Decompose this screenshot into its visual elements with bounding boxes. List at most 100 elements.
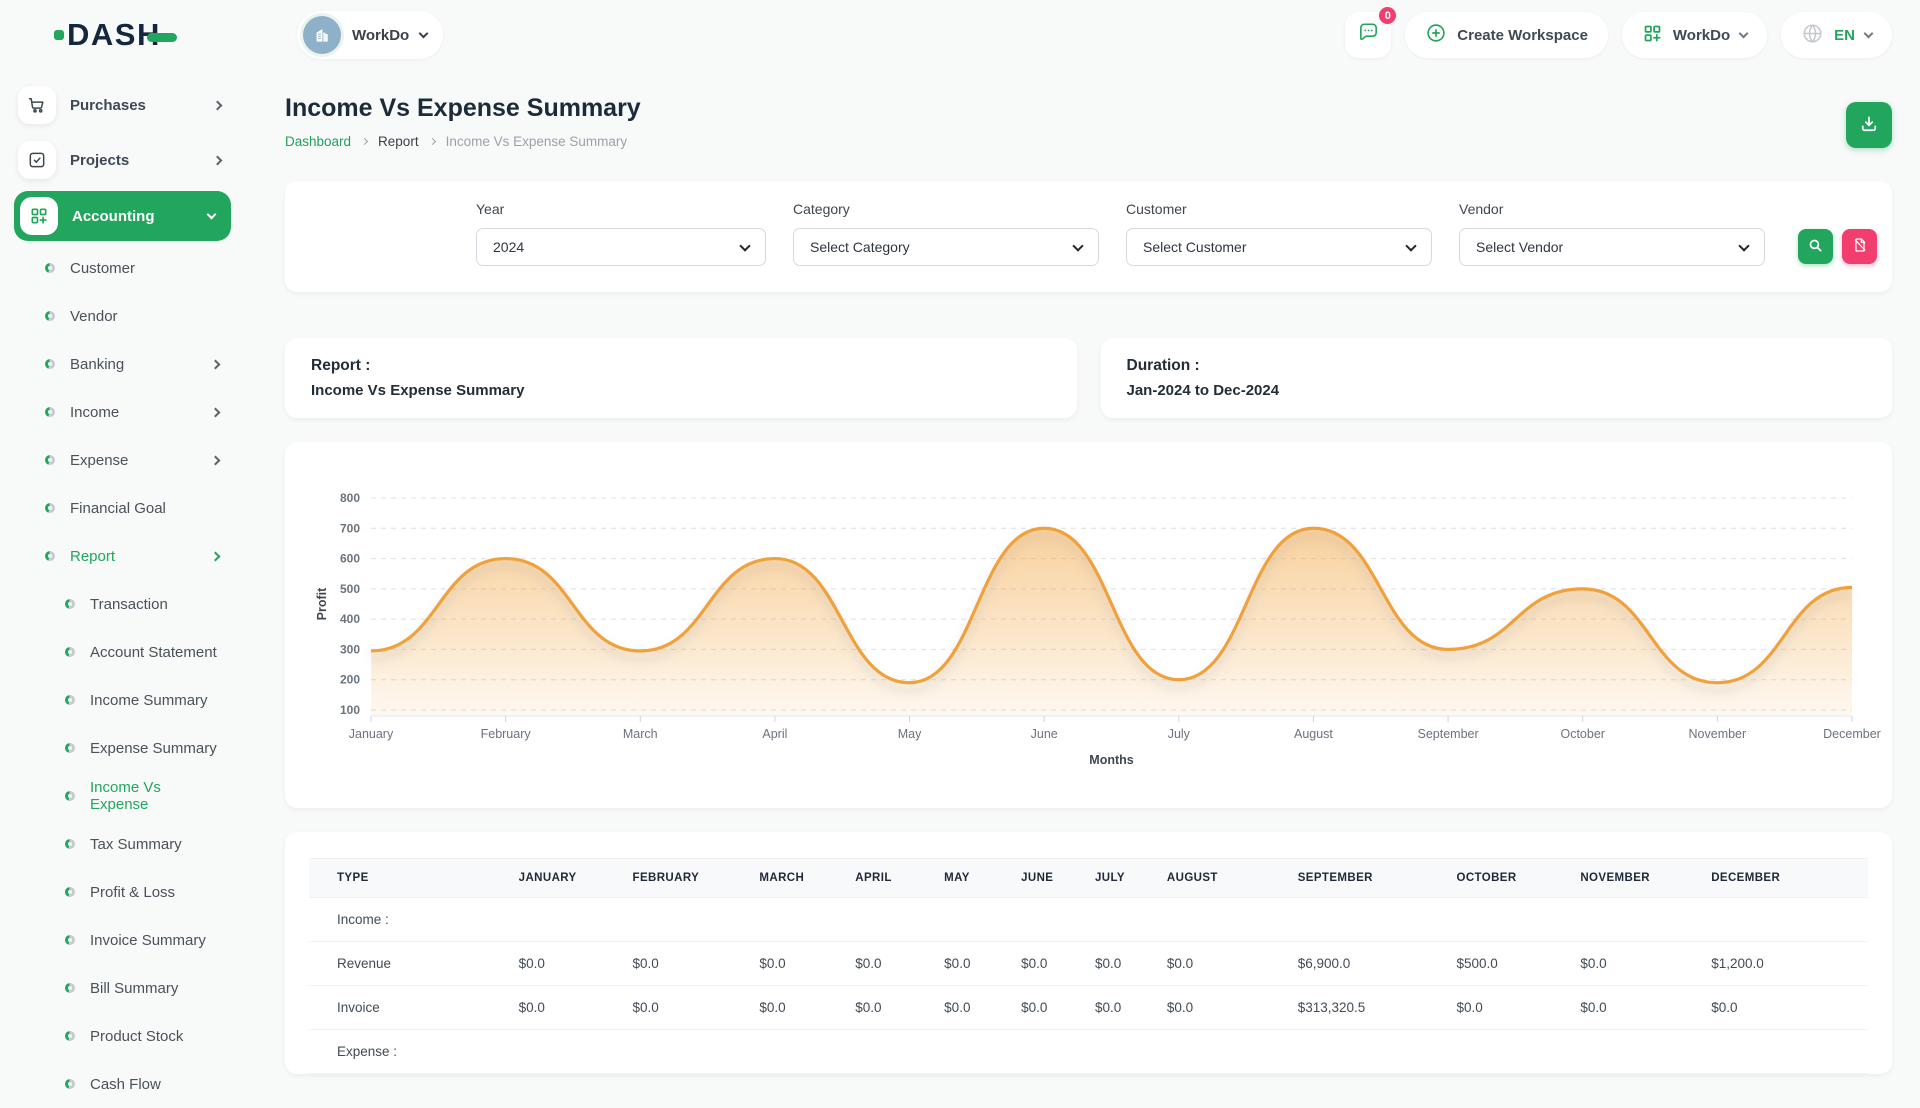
cell-value bbox=[623, 1030, 750, 1074]
sidebar-item-accounting-active[interactable]: Accounting bbox=[14, 191, 231, 241]
filter-field-customer: Customer Select Customer bbox=[1126, 201, 1432, 266]
breadcrumb-separator-icon bbox=[429, 138, 436, 145]
cell-value bbox=[1570, 1030, 1701, 1074]
sidebar-item-label: Profit & Loss bbox=[90, 884, 175, 901]
sidebar-item-label: Cash Flow bbox=[90, 1076, 161, 1093]
sidebar-item-income-summary[interactable]: Income Summary bbox=[14, 676, 231, 724]
sidebar-item-vendor[interactable]: Vendor bbox=[14, 292, 231, 340]
sidebar-item-report[interactable]: Report bbox=[14, 532, 231, 580]
topbar: WorkDo 0 Create Workspace bbox=[285, 0, 1892, 70]
sidebar-item-label: Expense bbox=[70, 452, 128, 469]
grid-plus-icon bbox=[20, 197, 58, 235]
cell-value: $0.0 bbox=[509, 942, 623, 986]
bullet-icon bbox=[45, 551, 55, 561]
chevron-right-icon bbox=[211, 551, 221, 561]
x-axis-tick-label: June bbox=[1031, 727, 1058, 741]
app-root: DASH PurchasesProjectsAccountingCustomer… bbox=[0, 0, 1920, 1080]
search-button[interactable] bbox=[1798, 229, 1833, 264]
sidebar-item-label: Product Stock bbox=[90, 1028, 183, 1045]
workspace-switcher[interactable]: WorkDo bbox=[297, 11, 443, 59]
chevron-down-icon bbox=[207, 210, 217, 220]
cell-value: $0.0 bbox=[509, 986, 623, 1030]
y-axis-tick-label: 100 bbox=[340, 703, 360, 717]
sidebar-item-label: Financial Goal bbox=[70, 500, 166, 517]
sidebar-item-label: Projects bbox=[70, 152, 129, 169]
sidebar-item-bill-summary[interactable]: Bill Summary bbox=[14, 964, 231, 1012]
messages-button[interactable]: 0 bbox=[1345, 12, 1391, 58]
bullet-icon bbox=[45, 407, 55, 417]
customer-select[interactable]: Select Customer bbox=[1126, 228, 1432, 266]
vendor-select[interactable]: Select Vendor bbox=[1459, 228, 1765, 266]
language-code: EN bbox=[1834, 27, 1855, 44]
summary-cards: Report : Income Vs Expense Summary Durat… bbox=[285, 338, 1892, 418]
cell-value: $0.0 bbox=[1085, 942, 1157, 986]
building-icon bbox=[303, 16, 341, 54]
cell-value: $0.0 bbox=[1570, 986, 1701, 1030]
cell-value bbox=[1011, 898, 1085, 942]
sidebar-item-income[interactable]: Income bbox=[14, 388, 231, 436]
cell-value: $0.0 bbox=[1570, 942, 1701, 986]
filter-actions bbox=[1798, 229, 1877, 264]
chevron-right-icon bbox=[211, 455, 221, 465]
sidebar-item-banking[interactable]: Banking bbox=[14, 340, 231, 388]
cell-value: $0.0 bbox=[845, 986, 934, 1030]
bullet-icon bbox=[65, 839, 75, 849]
sidebar-item-invoice-summary[interactable]: Invoice Summary bbox=[14, 916, 231, 964]
duration-card-value: Jan-2024 to Dec-2024 bbox=[1127, 382, 1867, 399]
sidebar-item-expense[interactable]: Expense bbox=[14, 436, 231, 484]
x-axis-title: Months bbox=[1089, 753, 1133, 767]
bullet-icon bbox=[65, 935, 75, 945]
sidebar-item-label: Income Vs Expense bbox=[90, 779, 219, 813]
sidebar-item-cash-flow[interactable]: Cash Flow bbox=[14, 1060, 231, 1108]
cell-value: $313,320.5 bbox=[1288, 986, 1447, 1030]
filter-field-vendor: Vendor Select Vendor bbox=[1459, 201, 1765, 266]
chat-bubble-icon bbox=[1357, 21, 1380, 49]
profit-area-chart: 100200300400500600700800JanuaryFebruaryM… bbox=[313, 462, 1864, 794]
breadcrumb-item[interactable]: Dashboard bbox=[285, 134, 351, 149]
year-label: Year bbox=[476, 201, 766, 217]
chart-card: 100200300400500600700800JanuaryFebruaryM… bbox=[285, 442, 1892, 808]
sidebar-item-account-statement[interactable]: Account Statement bbox=[14, 628, 231, 676]
cell-value: $0.0 bbox=[845, 942, 934, 986]
y-axis-title: Profit bbox=[315, 587, 329, 620]
sidebar: DASH Purchases Projects AccountingCustomer… bbox=[0, 0, 245, 1080]
filter-fields: Year 2024 Category Select Category Custo… bbox=[476, 201, 1877, 266]
chevron-down-icon bbox=[1864, 29, 1874, 39]
category-select[interactable]: Select Category bbox=[793, 228, 1099, 266]
reset-filter-button[interactable] bbox=[1842, 229, 1877, 264]
bullet-icon bbox=[65, 647, 75, 657]
export-download-button[interactable] bbox=[1846, 102, 1892, 148]
sidebar-item-expense-summary[interactable]: Expense Summary bbox=[14, 724, 231, 772]
workdo-menu-label: WorkDo bbox=[1673, 27, 1730, 44]
download-icon bbox=[1859, 114, 1879, 137]
page-title: Income Vs Expense Summary bbox=[285, 94, 641, 123]
year-select[interactable]: 2024 bbox=[476, 228, 766, 266]
sidebar-item-profit-loss[interactable]: Profit & Loss bbox=[14, 868, 231, 916]
sidebar-item-purchases[interactable]: Purchases bbox=[14, 81, 231, 129]
workdo-menu-button[interactable]: WorkDo bbox=[1622, 12, 1767, 58]
create-workspace-button[interactable]: Create Workspace bbox=[1405, 12, 1608, 58]
sidebar-item-projects[interactable]: Projects bbox=[14, 136, 231, 184]
sidebar-item-label: Report bbox=[70, 548, 115, 565]
cell-value bbox=[1701, 1030, 1868, 1074]
table-header-row: TYPEJANUARYFEBRUARYMARCHAPRILMAYJUNEJULY… bbox=[309, 859, 1868, 898]
sidebar-item-income-vs-expense[interactable]: Income Vs Expense bbox=[14, 772, 231, 820]
cell-value bbox=[934, 1030, 1011, 1074]
x-axis-tick-label: July bbox=[1168, 727, 1191, 741]
sidebar-item-product-stock[interactable]: Product Stock bbox=[14, 1012, 231, 1060]
sidebar-item-financial-goal[interactable]: Financial Goal bbox=[14, 484, 231, 532]
duration-card-title: Duration : bbox=[1127, 357, 1867, 375]
bullet-icon bbox=[45, 359, 55, 369]
app-logo[interactable]: DASH bbox=[0, 0, 245, 70]
sidebar-item-tax-summary[interactable]: Tax Summary bbox=[14, 820, 231, 868]
language-selector[interactable]: EN bbox=[1781, 12, 1892, 58]
sidebar-item-transaction[interactable]: Transaction bbox=[14, 580, 231, 628]
column-header: OCTOBER bbox=[1446, 859, 1570, 898]
cell-value bbox=[1157, 1030, 1288, 1074]
sidebar-nav: Purchases Projects AccountingCustomerVendo… bbox=[0, 70, 245, 1108]
sidebar-item-customer[interactable]: Customer bbox=[14, 244, 231, 292]
cell-value: $0.0 bbox=[623, 942, 750, 986]
sidebar-item-label: Tax Summary bbox=[90, 836, 182, 853]
chevron-down-icon bbox=[419, 29, 429, 39]
year-value: 2024 bbox=[493, 239, 524, 255]
